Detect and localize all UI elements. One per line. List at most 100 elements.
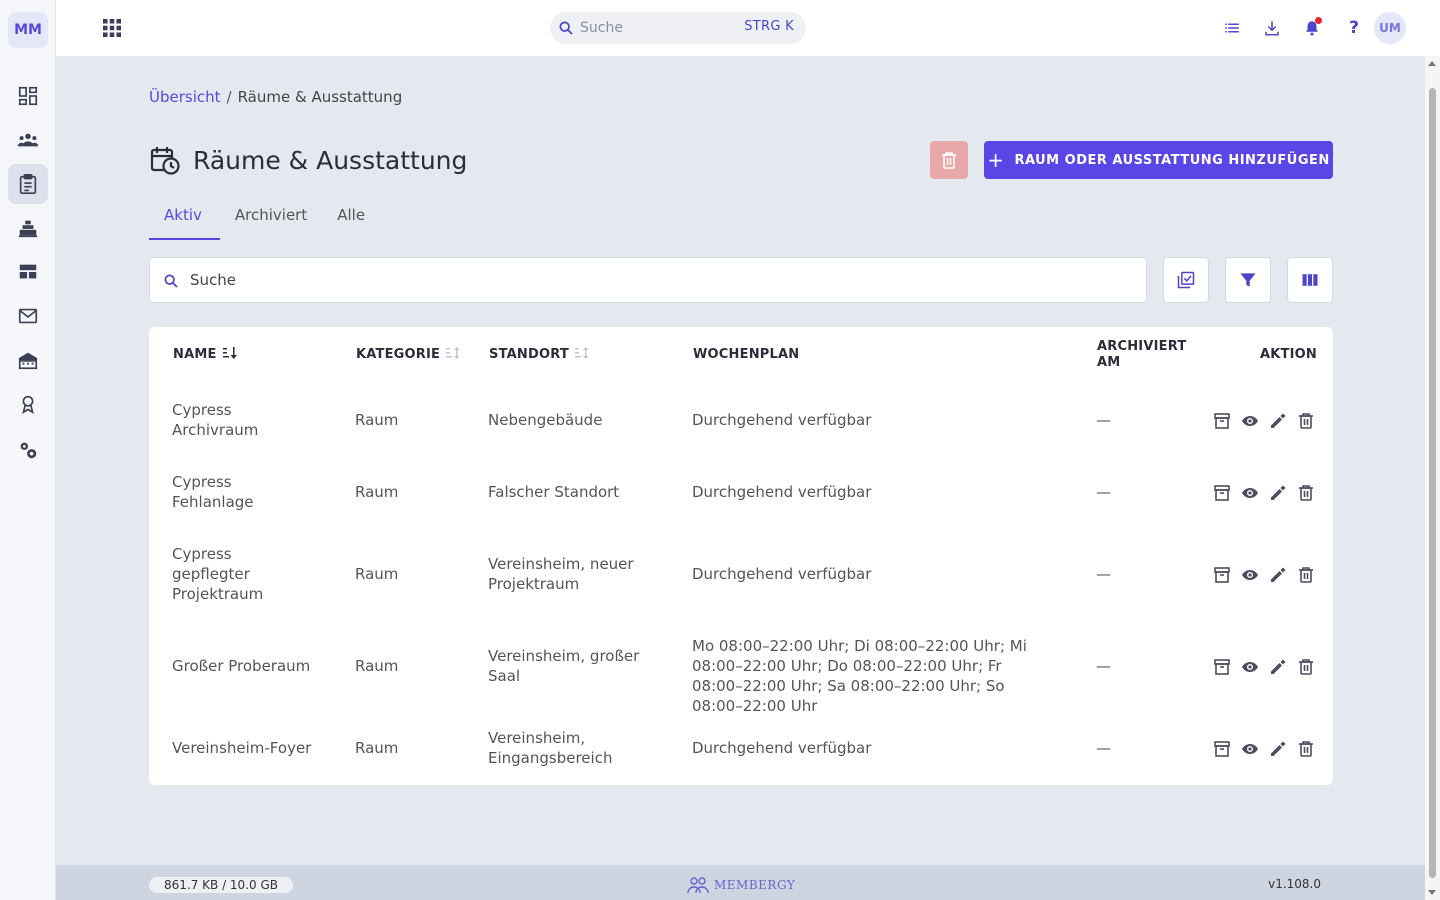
archive-button[interactable]: [1213, 658, 1231, 676]
checkbox-multiple-icon: [1177, 271, 1195, 289]
table-search-input[interactable]: [190, 269, 1090, 291]
delete-button[interactable]: [1297, 658, 1315, 676]
view-button[interactable]: [1241, 566, 1259, 584]
table-icon: [19, 264, 37, 279]
sidebar-item-mail[interactable]: [8, 296, 48, 336]
tab-active[interactable]: Aktiv: [149, 196, 220, 240]
column-header-location-label: STANDORT: [489, 347, 569, 362]
row-3-archived: —: [1096, 565, 1111, 583]
bulk-delete-button[interactable]: [930, 141, 968, 179]
add-room-button[interactable]: + RAUM ODER AUSSTATTUNG HINZUFÜGEN: [984, 141, 1333, 179]
edit-button[interactable]: [1269, 484, 1287, 502]
breadcrumb-current: Räume & Ausstattung: [237, 88, 403, 106]
row-1-archived: —: [1096, 411, 1111, 429]
row-4-category: Raum: [355, 657, 399, 675]
add-room-label: RAUM ODER AUSSTATTUNG HINZUFÜGEN: [1014, 152, 1330, 168]
sidebar-item-building[interactable]: [8, 340, 48, 380]
sidebar: MM: [0, 0, 56, 900]
page-scrollbar[interactable]: [1425, 56, 1440, 900]
view-button[interactable]: [1241, 412, 1259, 430]
user-avatar[interactable]: UM: [1374, 12, 1406, 44]
calendar-clock-icon: [150, 147, 180, 175]
sidebar-item-table[interactable]: [8, 252, 48, 292]
row-3-category: Raum: [355, 565, 399, 583]
breadcrumb-link-overview[interactable]: Übersicht: [149, 88, 221, 106]
row-5-schedule: Durchgehend verfügbar: [692, 739, 872, 757]
row-4-name[interactable]: Großer Proberaum: [172, 656, 332, 676]
sidebar-item-members[interactable]: [8, 120, 48, 160]
plus-icon: +: [987, 148, 1005, 172]
apps-grid-icon[interactable]: [100, 16, 124, 40]
search-icon: [164, 274, 178, 288]
select-mode-button[interactable]: [1163, 257, 1209, 303]
view-button[interactable]: [1241, 740, 1259, 758]
column-header-category[interactable]: KATEGORIE: [356, 347, 460, 363]
row-2-location: Falscher Standort: [488, 483, 620, 501]
building-icon: [18, 352, 38, 370]
edit-button[interactable]: [1269, 412, 1287, 430]
column-header-location[interactable]: STANDORT: [489, 347, 589, 363]
edit-button[interactable]: [1269, 658, 1287, 676]
delete-button[interactable]: [1297, 740, 1315, 758]
archive-button[interactable]: [1213, 566, 1231, 584]
edit-button[interactable]: [1269, 566, 1287, 584]
app-logo[interactable]: MM: [8, 12, 48, 48]
delete-button[interactable]: [1297, 484, 1315, 502]
sidebar-item-rooms[interactable]: [8, 164, 48, 204]
equipment-icon: [18, 220, 38, 238]
tab-bar: Aktiv Archiviert Alle: [149, 196, 380, 240]
view-button[interactable]: [1241, 484, 1259, 502]
row-2-schedule: Durchgehend verfügbar: [692, 483, 872, 501]
row-5-category: Raum: [355, 739, 399, 757]
scroll-up-arrow[interactable]: [1428, 61, 1436, 66]
tab-all[interactable]: Alle: [322, 196, 380, 240]
scroll-thumb[interactable]: [1429, 88, 1436, 878]
edit-button[interactable]: [1269, 740, 1287, 758]
row-2-actions: [1213, 484, 1315, 502]
sidebar-item-settings[interactable]: [8, 430, 48, 470]
top-bar: STRG K ? UM: [56, 0, 1440, 56]
members-icon: [17, 133, 39, 147]
table-search[interactable]: [149, 257, 1147, 303]
sort-icon: [574, 347, 589, 359]
pencil-icon: [1271, 485, 1286, 500]
row-4-actions: [1213, 658, 1315, 676]
row-5-actions: [1213, 740, 1315, 758]
filter-button[interactable]: [1225, 257, 1271, 303]
sidebar-item-dashboard[interactable]: [8, 76, 48, 116]
settings-icon: [20, 442, 37, 459]
row-5-name[interactable]: Vereinsheim-Foyer: [172, 738, 332, 758]
archive-button[interactable]: [1213, 484, 1231, 502]
columns-button[interactable]: [1287, 257, 1333, 303]
task-list-button[interactable]: [1220, 16, 1244, 40]
column-header-name[interactable]: NAME: [173, 347, 237, 363]
row-1-actions: [1213, 412, 1315, 430]
help-button[interactable]: ?: [1342, 16, 1366, 40]
scroll-down-arrow[interactable]: [1428, 890, 1436, 895]
view-button[interactable]: [1241, 658, 1259, 676]
archive-button[interactable]: [1213, 740, 1231, 758]
columns-icon: [1302, 274, 1318, 286]
row-2-archived: —: [1096, 483, 1111, 501]
row-1-name[interactable]: Cypress Archivraum: [172, 400, 292, 440]
sort-ascending-icon: [222, 347, 237, 359]
sidebar-item-awards[interactable]: [8, 384, 48, 424]
global-search[interactable]: STRG K: [550, 12, 806, 44]
archive-icon: [1214, 413, 1230, 429]
delete-button[interactable]: [1297, 566, 1315, 584]
notifications-button[interactable]: [1300, 16, 1324, 40]
delete-button[interactable]: [1297, 412, 1315, 430]
row-3-name[interactable]: Cypress gepflegter Projektraum: [172, 544, 292, 604]
tab-archived[interactable]: Archiviert: [220, 196, 322, 240]
sidebar-item-equipment[interactable]: [8, 208, 48, 248]
global-search-input[interactable]: [580, 17, 730, 39]
row-5-location: Vereinsheim, Eingangsbereich: [488, 729, 613, 767]
row-1-category: Raum: [355, 411, 399, 429]
eye-icon: [1242, 416, 1258, 426]
archive-button[interactable]: [1213, 412, 1231, 430]
download-button[interactable]: [1260, 16, 1284, 40]
pencil-icon: [1271, 659, 1286, 674]
storage-usage: 861.7 KB / 10.0 GB: [149, 877, 293, 893]
row-2-name[interactable]: Cypress Fehlanlage: [172, 472, 292, 512]
row-1-schedule: Durchgehend verfügbar: [692, 411, 872, 429]
